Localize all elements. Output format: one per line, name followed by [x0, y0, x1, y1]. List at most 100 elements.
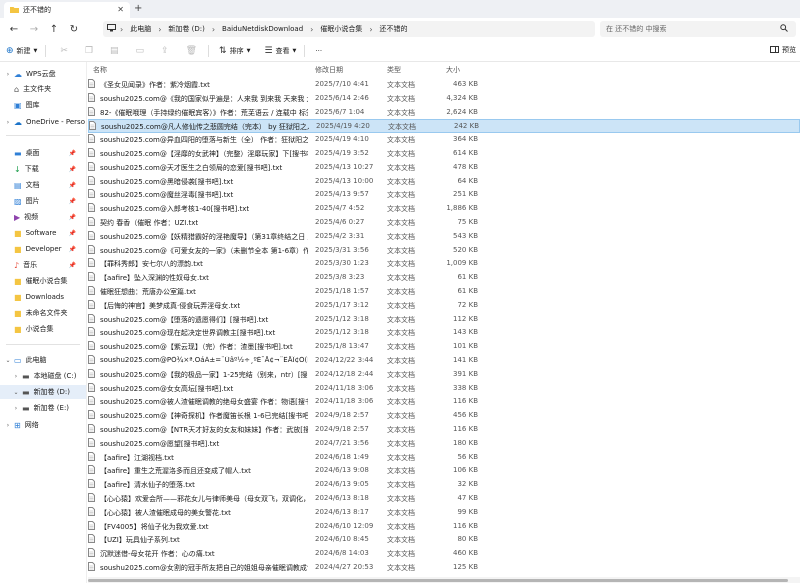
file-row[interactable]: 【aafire】坠入深渊的性奴母女.txt 2025/3/8 3:23 文本文档 61… — [88, 271, 800, 285]
paste-button[interactable]: ▤ — [110, 46, 122, 56]
plus-circle-icon: ⊕ — [6, 45, 14, 56]
column-header-name[interactable]: 名称 — [93, 65, 107, 75]
file-row[interactable]: soushu2025.com@黑暗侵袭[搜书吧].txt 2025/4/13 10… — [88, 175, 800, 189]
new-tab-button[interactable]: + — [134, 3, 142, 14]
sidebar-item-collection[interactable]: ■ 催眠小说合集 — [0, 274, 86, 288]
file-row[interactable]: soushu2025.com@【堕落的遗愿得们】[搜书吧].txt 2025/1/… — [88, 313, 800, 327]
breadcrumb-drive-d[interactable]: 新加卷 (D:) — [168, 24, 204, 34]
column-header-type[interactable]: 类型 — [387, 65, 401, 75]
file-name: soushu2025.com@凡人修仙传之悲圆完结（完本） by 狂狱阳之人[搜… — [101, 123, 309, 132]
file-row[interactable]: soushu2025.com@异血四阳的堕落与新生（全） 作者：狂狱阳之人[搜书… — [88, 133, 800, 147]
cut-button[interactable]: ✂ — [60, 46, 71, 56]
sidebar-item-drive-c[interactable]: › ▬ 本地磁盘 (C:) — [0, 369, 86, 383]
file-row[interactable]: 《圣女见闻录》作者：紫冷烟霞.txt 2025/7/10 4:41 文本文档 463 … — [88, 78, 800, 92]
file-row[interactable]: soushu2025.com@现在起决定世界调教主[搜书吧].txt 2025/1… — [88, 326, 800, 340]
sidebar-item-downloads-folder[interactable]: ■ Downloads — [0, 290, 86, 304]
file-row[interactable]: soushu2025.com@《我的国家似乎遍是：人来我 到来我 天来我 太元圣… — [88, 92, 800, 106]
file-row[interactable]: 【FV4005】将仙子化为我欢爱.txt 2024/6/10 12:09 文本文档 1… — [88, 520, 800, 534]
sidebar-item-developer[interactable]: ■ Developer 📌 — [0, 242, 86, 256]
file-row[interactable]: soushu2025.com@天才医生之白领局的恋爱[搜书吧].txt 2025/… — [88, 161, 800, 175]
file-row[interactable]: 82-《催眠哦理（手持绿约催眠宾客）》作者：荒芜语云 / 连载中 标签：#性转…… — [88, 106, 800, 120]
column-header-date[interactable]: 修改日期 — [315, 65, 343, 75]
rename-button[interactable]: ▭ — [136, 46, 148, 56]
sidebar-item-unnamed-folder[interactable]: ■ 未命名文件夹 — [0, 306, 86, 320]
file-row[interactable]: 【心心猿】被人渣催眠成母的美女警花.txt 2024/6/13 8:17 文本文档 9… — [88, 506, 800, 520]
breadcrumb-pc[interactable]: 此电脑 — [130, 24, 151, 34]
back-button[interactable]: ← — [4, 24, 24, 35]
sidebar-item-downloads[interactable]: ↓ 下载 📌 — [0, 162, 86, 176]
column-header-size[interactable]: 大小 — [446, 65, 460, 75]
file-row[interactable]: 【后悔的神官】美梦成真·侵食玩弄淫母女.txt 2025/1/17 3:12 文本文… — [88, 299, 800, 313]
up-button[interactable]: ↑ — [44, 24, 64, 35]
file-row[interactable]: 契约 春香（催眠 作者：UZI.txt 2025/4/6 0:27 文本文档 75 K… — [88, 216, 800, 230]
file-row[interactable]: soushu2025.com@凡人修仙传之悲圆完结（完本） by 狂狱阳之人[搜… — [88, 119, 800, 134]
new-button[interactable]: ⊕ 新建 ▼ — [6, 46, 37, 56]
copy-button[interactable]: ❐ — [85, 46, 96, 56]
text-file-icon — [88, 520, 98, 532]
file-row[interactable]: soushu2025.com@《可爱女友的一家》（未删节全本 第1-6章）作者：… — [88, 244, 800, 258]
file-row[interactable]: 催眠狂想曲：荒唐办公室篇.txt 2025/1/18 1:57 文本文档 61 KB — [88, 285, 800, 299]
sidebar-item-novel-collection[interactable]: ■ 小说合集 — [0, 322, 86, 336]
file-row[interactable]: soushu2025.com@愿望[搜书吧].txt 2024/7/21 3:56… — [88, 437, 800, 451]
breadcrumb-baidunetdisk[interactable]: BaiduNetdiskDownload — [222, 25, 303, 33]
preview-pane-button[interactable]: 预览 — [770, 45, 796, 55]
scrollbar-thumb[interactable] — [88, 579, 788, 582]
address-bar[interactable]: › 此电脑 › 新加卷 (D:) › BaiduNetdiskDownload … — [103, 21, 595, 37]
forward-button[interactable]: → — [24, 24, 44, 35]
file-row[interactable]: 【心心猿】欢爱会所——邪花女儿与律师美母（母女双飞，双调化，淫遭置… 2024/6… — [88, 492, 800, 506]
file-row[interactable]: soushu2025.com@PÔ¾×ª.OáÄ±=¨Üâº½÷¸ºÊ¯Å¢¬¨… — [88, 354, 800, 368]
file-row[interactable]: soushu2025.com@【我的极品一家】1-25完结（别来，ntr）[搜书… — [88, 368, 800, 382]
sidebar-item-videos[interactable]: ▶ 视频 📌 — [0, 210, 86, 224]
sidebar-item-documents[interactable]: ▤ 文档 📌 — [0, 178, 86, 192]
breadcrumb-collection[interactable]: 催眠小说合集 — [320, 24, 362, 34]
sidebar-item-software[interactable]: ■ Software 📌 — [0, 226, 86, 240]
file-row[interactable]: soushu2025.com@【紫云现】（完）作者：渣墨[搜书吧].txt 202… — [88, 340, 800, 354]
search-input[interactable]: 在 还不错的 中搜索 — [600, 21, 796, 37]
file-row[interactable]: 【aafire】江湖视档.txt 2024/6/18 1:49 文本文档 56 KB — [88, 451, 800, 465]
sidebar-item-home[interactable]: ⌂ 主文件夹 — [0, 82, 86, 96]
share-button[interactable]: ⇪ — [161, 46, 172, 56]
sidebar-item-drive-e[interactable]: › ▬ 新加卷 (E:) — [0, 401, 86, 415]
file-size: 463 KB — [453, 80, 478, 88]
sidebar-item-network[interactable]: › ⊞ 网络 — [0, 418, 86, 432]
horizontal-scrollbar[interactable] — [88, 577, 800, 583]
file-row[interactable]: soushu2025.com@【NTR天才好友的女友和妹妹】作者：武放[搜书吧]… — [88, 423, 800, 437]
file-row[interactable]: soushu2025.com@被人渣催眠调教的绝母女盛宴 作者：物语[搜书吧].… — [88, 395, 800, 409]
file-row[interactable]: 【UZI】玩具仙子系列.txt 2024/6/10 8:45 文本文档 80 KB — [88, 533, 800, 547]
sidebar-item-music[interactable]: ♪ 音乐 📌 — [0, 258, 86, 272]
sidebar-item-pictures[interactable]: ▨ 图片 📌 — [0, 194, 86, 208]
close-tab-icon[interactable]: ✕ — [117, 5, 124, 14]
file-row[interactable]: 【aafire】清水仙子的堕落.txt 2024/6/13 9:05 文本文档 32 … — [88, 478, 800, 492]
file-row[interactable]: soushu2025.com@【妖精猎霸好的淫艳魔导】（第31章终结之日 后记尚… — [88, 230, 800, 244]
chevron-right-icon: › — [369, 24, 373, 34]
file-name: 82-《催眠哦理（手持绿约催眠宾客）》作者：荒芜语云 / 连载中 标签：#性转… — [100, 108, 308, 117]
sidebar-item-this-pc[interactable]: ⌄ ▭ 此电脑 — [0, 353, 86, 367]
sidebar-item-gallery[interactable]: ▣ 图库 — [0, 98, 86, 112]
file-row[interactable]: soushu2025.com@女割的冠手所友把自己的姐姐母亲催眠调教成专属母狗。… — [88, 561, 800, 575]
file-size: 32 KB — [457, 480, 478, 489]
file-row[interactable]: 【aafire】重生之荒渥洛多而且还变成了帽人.txt 2024/6/13 9:0… — [88, 464, 800, 478]
tab-current-folder[interactable]: 还不错的 ✕ — [4, 2, 130, 18]
file-row[interactable]: 沉默迷借-母女花开 作者：心の痛.txt 2024/6/8 14:03 文本文档 46… — [88, 547, 800, 561]
network-icon: ⊞ — [14, 420, 21, 430]
file-row[interactable]: soushu2025.com@女女高坛[搜书吧].txt 2024/11/18 3… — [88, 382, 800, 396]
file-row[interactable]: 【罪科秀郎】安七尔八的漂韵.txt 2025/3/30 1:23 文本文档 1,009… — [88, 257, 800, 271]
chevron-down-icon: ⌄ — [5, 356, 11, 364]
file-row[interactable]: soushu2025.com@【神奇探机】作者魔笛长根 1-6已完结[搜书吧].… — [88, 409, 800, 423]
file-date: 2025/1/12 3:18 — [315, 328, 369, 337]
file-row[interactable]: soushu2025.com@【淫靡的女武神】（完整）淫靡玩家】下[搜书吧].t… — [88, 147, 800, 161]
sort-button[interactable]: ⇅ 排序 ▼ — [219, 46, 250, 56]
more-button[interactable]: ··· — [315, 47, 322, 55]
file-size: 125 KB — [453, 563, 478, 571]
sidebar-item-wps-cloud[interactable]: › ☁ WPS云盘 — [0, 67, 86, 81]
refresh-button[interactable]: ↻ — [64, 24, 84, 35]
delete-button[interactable]: 🗑 — [186, 46, 200, 56]
file-row[interactable]: soushu2025.com@入郎考核1-40[搜书吧].txt 2025/4/7… — [88, 202, 800, 216]
file-size: 116 KB — [453, 521, 478, 530]
file-row[interactable]: soushu2025.com@魔丝淫毒[搜书吧].txt 2025/4/13 9:… — [88, 188, 800, 202]
breadcrumb-current[interactable]: 还不错的 — [380, 24, 408, 34]
view-button[interactable]: ☰ 查看 ▼ — [264, 46, 296, 56]
sidebar-item-onedrive[interactable]: › ☁ OneDrive - Perso — [0, 115, 86, 129]
sidebar-item-drive-d[interactable]: ⌄ ▬ 新加卷 (D:) — [0, 385, 86, 399]
sidebar-item-desktop[interactable]: ▬ 桌面 📌 — [0, 146, 86, 160]
